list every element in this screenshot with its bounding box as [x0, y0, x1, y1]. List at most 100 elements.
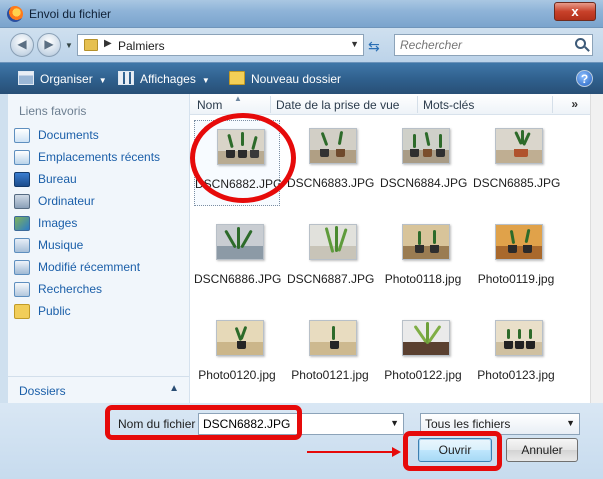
sidebar-item-desktop[interactable]: Bureau: [14, 169, 184, 189]
organize-icon: [18, 71, 34, 85]
views-button[interactable]: Affichages ▼: [118, 71, 210, 86]
annotation-box-filename: [105, 405, 302, 440]
address-dropdown-icon[interactable]: ▼: [350, 39, 359, 49]
file-item[interactable]: DSCN6883.JPG: [287, 120, 375, 206]
sidebar-item-label: Bureau: [38, 172, 77, 186]
file-name: DSCN6887.JPG: [287, 272, 375, 286]
file-item[interactable]: DSCN6887.JPG: [287, 216, 375, 302]
folders-toggle[interactable]: Dossiers ▲: [8, 376, 189, 403]
refresh-icon[interactable]: ⇆: [368, 38, 380, 55]
new-folder-label: Nouveau dossier: [251, 72, 342, 86]
image-thumbnail: [495, 224, 543, 260]
annotation-circle: [190, 113, 296, 203]
address-bar[interactable]: ▶ Palmiers ▼: [77, 34, 364, 56]
sidebar-item-label: Public: [38, 304, 71, 318]
vertical-scrollbar[interactable]: [590, 94, 603, 403]
sidebar-item-label: Modifié récemment: [38, 260, 141, 274]
column-divider[interactable]: [270, 96, 271, 113]
organize-label: Organiser: [40, 72, 93, 86]
search-icon[interactable]: [575, 38, 586, 49]
file-item[interactable]: DSCN6885.JPG: [473, 120, 561, 206]
sidebar-item-music[interactable]: Musique: [14, 235, 184, 255]
chevron-down-icon[interactable]: ▼: [390, 418, 399, 428]
column-divider[interactable]: [552, 96, 553, 113]
sidebar-item-label: Documents: [38, 128, 99, 142]
column-header-row: ▲ Nom Date de la prise de vue Mots-clés …: [190, 94, 590, 115]
help-icon[interactable]: ?: [576, 70, 593, 87]
firefox-icon: [7, 6, 23, 22]
column-header-tags[interactable]: Mots-clés: [423, 98, 474, 112]
file-name: DSCN6885.JPG: [473, 176, 561, 190]
file-name: Photo0123.jpg: [477, 368, 555, 382]
forward-arrow-icon: ▶: [44, 37, 54, 51]
organize-button[interactable]: Organiser ▼: [18, 71, 107, 86]
searches-icon: [14, 282, 30, 297]
file-item[interactable]: Photo0120.jpg: [194, 312, 280, 398]
search-box[interactable]: [394, 34, 593, 56]
sidebar-item-label: Musique: [38, 238, 84, 252]
sidebar-item-documents[interactable]: Documents: [14, 125, 184, 145]
sidebar-item-label: Recherches: [38, 282, 103, 296]
file-name: Photo0122.jpg: [384, 368, 462, 382]
sidebar-item-recently-changed[interactable]: Modifié récemment: [14, 257, 184, 277]
command-toolbar: Organiser ▼ Affichages ▼ Nouveau dossier ?: [0, 62, 603, 94]
breadcrumb-arrow-icon[interactable]: ▶: [104, 38, 112, 49]
file-item[interactable]: DSCN6886.JPG: [194, 216, 282, 302]
file-name: DSCN6884.JPG: [380, 176, 468, 190]
image-thumbnail: [216, 320, 264, 356]
history-dropdown-icon[interactable]: ▼: [65, 41, 73, 50]
forward-button[interactable]: ▶: [37, 33, 61, 57]
image-thumbnail: [309, 320, 357, 356]
column-divider[interactable]: [417, 96, 418, 113]
documents-icon: [14, 128, 30, 143]
close-button[interactable]: x: [554, 2, 596, 21]
sidebar-item-label: Ordinateur: [38, 194, 95, 208]
search-input[interactable]: [400, 36, 570, 54]
cancel-button[interactable]: Annuler: [506, 438, 578, 462]
file-name: Photo0118.jpg: [384, 272, 462, 286]
file-name: Photo0119.jpg: [477, 272, 555, 286]
breadcrumb-current[interactable]: Palmiers: [118, 39, 165, 53]
sidebar-item-label: Images: [38, 216, 78, 230]
sidebar-item-public[interactable]: Public: [14, 301, 184, 321]
views-icon: [118, 71, 134, 85]
chevron-down-icon: ▼: [98, 76, 107, 85]
window-title: Envoi du fichier: [29, 7, 112, 21]
new-folder-button[interactable]: Nouveau dossier: [229, 71, 341, 86]
file-item[interactable]: Photo0122.jpg: [380, 312, 466, 398]
recently-changed-icon: [14, 260, 30, 275]
chevron-down-icon: ▼: [566, 418, 575, 428]
column-header-name[interactable]: ▲ Nom: [197, 94, 242, 112]
sidebar-item-pictures[interactable]: Images: [14, 213, 184, 233]
favorites-title: Liens favoris: [19, 104, 87, 118]
address-row: ◀ ▶ ▼ ▶ Palmiers ▼ ⇆: [0, 28, 603, 62]
views-label: Affichages: [140, 72, 196, 86]
more-columns-icon[interactable]: »: [571, 97, 578, 111]
image-thumbnail: [495, 128, 543, 164]
back-button[interactable]: ◀: [10, 33, 34, 57]
favorites-pane: Liens favoris Documents Emplacements réc…: [8, 94, 190, 403]
file-name: Photo0120.jpg: [198, 368, 276, 382]
file-item[interactable]: Photo0118.jpg: [380, 216, 466, 302]
file-name: DSCN6886.JPG: [194, 272, 282, 286]
image-thumbnail: [402, 320, 450, 356]
image-thumbnail: [402, 128, 450, 164]
sidebar-item-computer[interactable]: Ordinateur: [14, 191, 184, 211]
file-item[interactable]: Photo0123.jpg: [473, 312, 559, 398]
sort-ascending-icon: ▲: [234, 94, 242, 103]
sidebar-item-label: Emplacements récents: [38, 150, 161, 164]
back-arrow-icon: ◀: [17, 37, 27, 51]
file-item[interactable]: DSCN6884.JPG: [380, 120, 468, 206]
desktop-icon: [14, 172, 30, 187]
sidebar-item-searches[interactable]: Recherches: [14, 279, 184, 299]
image-thumbnail: [495, 320, 543, 356]
image-thumbnail: [309, 224, 357, 260]
file-name: DSCN6883.JPG: [287, 176, 375, 190]
file-item[interactable]: Photo0121.jpg: [287, 312, 373, 398]
annotation-arrow: [307, 447, 401, 457]
title-bar: Envoi du fichier x: [0, 0, 603, 28]
file-item[interactable]: Photo0119.jpg: [473, 216, 559, 302]
column-header-date-taken[interactable]: Date de la prise de vue: [276, 98, 399, 112]
sidebar-item-recent-places[interactable]: Emplacements récents: [14, 147, 184, 167]
image-thumbnail: [402, 224, 450, 260]
